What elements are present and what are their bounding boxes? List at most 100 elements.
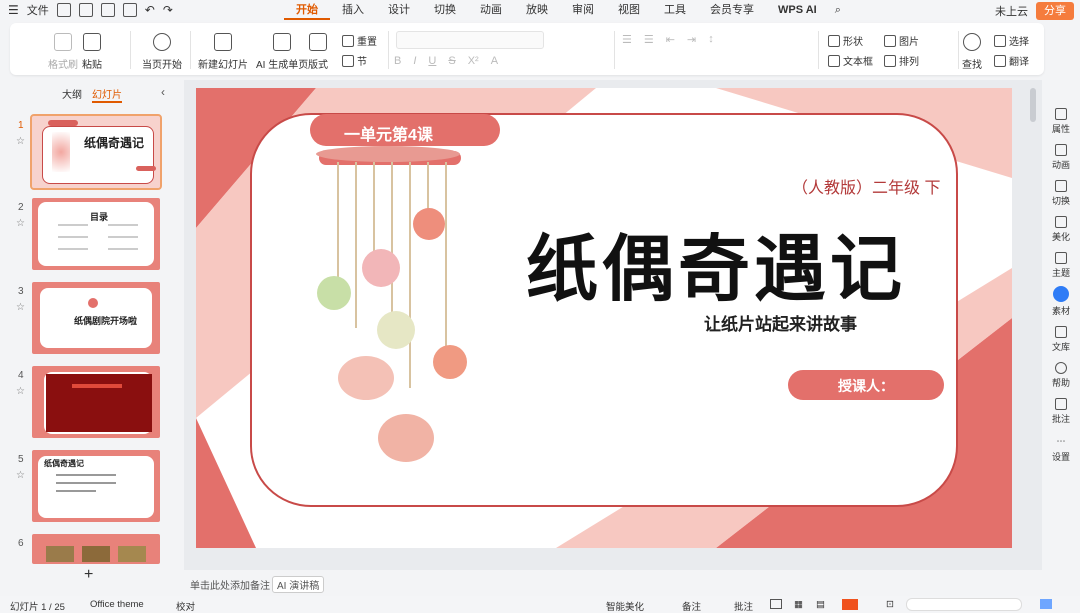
notes-placeholder[interactable]: 单击此处添加备注 (190, 577, 270, 592)
tab-tools[interactable]: 工具 (652, 0, 698, 20)
shape-button[interactable]: 形状 (828, 33, 863, 48)
reset-button[interactable]: 重置 (342, 33, 377, 48)
search-icon[interactable]: ⌕ (829, 0, 841, 20)
star-icon[interactable]: ☆ (16, 302, 25, 313)
input-method-bar[interactable] (906, 598, 1022, 611)
collapse-panel-icon[interactable]: ‹ (161, 85, 165, 99)
star-icon[interactable]: ☆ (16, 136, 25, 147)
undo-icon[interactable]: ↶ (145, 3, 155, 17)
superscript-icon[interactable]: X² (468, 55, 479, 67)
comment-panel-button[interactable]: 批注 (1046, 398, 1076, 425)
add-slide-button[interactable]: + (84, 566, 93, 584)
section-button[interactable]: 节 (342, 53, 367, 68)
tab-home[interactable]: 开始 (284, 0, 330, 20)
cloud-status[interactable]: 未上云 (995, 3, 1028, 19)
theme-panel-button[interactable]: 主题 (1046, 252, 1076, 279)
animation-panel-button[interactable]: 动画 (1046, 144, 1076, 171)
beautify-button[interactable]: 智能美化 (606, 599, 644, 613)
normal-view-icon[interactable] (770, 599, 782, 609)
section-icon (342, 54, 354, 67)
slide-thumb-5[interactable]: 5 ☆ 纸偶奇遇记 (0, 450, 180, 526)
preview-icon[interactable] (122, 3, 137, 17)
settings-panel-button[interactable]: ⋯ 设置 (1046, 436, 1076, 463)
select-icon (994, 34, 1006, 47)
tab-insert[interactable]: 插入 (330, 0, 376, 20)
slide-thumb-3[interactable]: 3 ☆ 纸偶剧院开场啦 (0, 282, 180, 358)
slide-thumb-4[interactable]: 4 ☆ (0, 366, 180, 442)
outdent-icon[interactable]: ⇥ (687, 33, 696, 46)
fit-icon[interactable]: ⊡ (886, 599, 894, 610)
picture-button[interactable]: 图片 (884, 33, 919, 48)
tab-slideshow[interactable]: 放映 (514, 0, 560, 20)
find-button[interactable]: 查找 (962, 33, 982, 71)
strikethrough-icon[interactable]: S (448, 55, 455, 67)
indent-icon[interactable]: ⇤ (666, 33, 675, 46)
textbox-button[interactable]: 文本框 (828, 53, 873, 68)
grid-view-icon[interactable]: ▦ (794, 599, 803, 610)
slide-thumb-2[interactable]: 2 ☆ 目录 (0, 198, 180, 274)
paste-button[interactable]: 粘贴 (82, 33, 102, 71)
slideshow-button[interactable] (842, 599, 858, 610)
tab-slides[interactable]: 幻灯片 (92, 86, 122, 103)
new-slide-button[interactable]: 新建幻灯片 (198, 33, 248, 71)
italic-icon[interactable]: I (413, 55, 416, 67)
start-from-current-button[interactable]: 当页开始 (142, 33, 182, 71)
print-icon[interactable] (100, 3, 115, 17)
bullet-list-icon[interactable]: ☰ (622, 33, 632, 46)
slide-thumb-1[interactable]: 1 ☆ 纸偶奇遇记 (0, 114, 180, 192)
slide-1[interactable]: 一单元第4课 （人教版）二年级 下 纸偶奇遇记 让纸片站起来讲故事 授课人： (196, 88, 1012, 548)
save-icon[interactable] (56, 3, 71, 17)
menu-icon[interactable]: ☰ (8, 3, 19, 17)
tab-view[interactable]: 视图 (606, 0, 652, 20)
ai-slide-button[interactable]: AI 生成单页 (256, 33, 308, 71)
material-panel-button[interactable]: 素材 (1046, 286, 1076, 317)
tab-review[interactable]: 审阅 (560, 0, 606, 20)
transition-panel-button[interactable]: 切换 (1046, 180, 1076, 207)
library-panel-button[interactable]: 文库 (1046, 326, 1076, 353)
translate-button[interactable]: 翻译 (994, 53, 1029, 68)
slide-canvas: 一单元第4课 （人教版）二年级 下 纸偶奇遇记 让纸片站起来讲故事 授课人： (184, 80, 1042, 570)
bold-icon[interactable]: B (394, 55, 401, 67)
beautify-panel-button[interactable]: 美化 (1046, 216, 1076, 243)
redo-icon[interactable]: ↷ (163, 3, 173, 17)
star-icon[interactable]: ☆ (16, 386, 25, 397)
tab-outline[interactable]: 大纲 (62, 86, 82, 103)
star-icon[interactable]: ☆ (16, 470, 25, 481)
notes-button[interactable]: 备注 (682, 599, 701, 613)
transition-icon (1055, 180, 1067, 192)
select-button[interactable]: 选择 (994, 33, 1029, 48)
text-format-group: B I U S X² A (394, 55, 498, 67)
wps-ai-button[interactable]: WPS AI (766, 0, 829, 20)
share-button[interactable]: 分享 (1036, 2, 1074, 20)
layout-button[interactable]: 版式 (308, 33, 328, 71)
font-select[interactable] (396, 31, 544, 49)
tab-design[interactable]: 设计 (376, 0, 422, 20)
font-color-icon[interactable]: A (491, 55, 498, 67)
proofread-button[interactable]: 校对 (176, 599, 195, 613)
file-menu[interactable]: 文件 (27, 2, 49, 18)
slide-background (196, 88, 1012, 548)
tab-animation[interactable]: 动画 (468, 0, 514, 20)
grade-text[interactable]: （人教版）二年级 下 (792, 174, 940, 198)
comments-button[interactable]: 批注 (734, 599, 753, 613)
help-panel-button[interactable]: 帮助 (1046, 362, 1076, 389)
reading-view-icon[interactable]: ▤ (816, 599, 825, 610)
zoom-icon[interactable] (1040, 599, 1052, 609)
line-spacing-icon[interactable]: ↕ (708, 33, 714, 46)
slide-title[interactable]: 纸偶奇遇记 (526, 210, 906, 315)
export-icon[interactable] (78, 3, 93, 17)
theme-name[interactable]: Office theme (90, 599, 144, 610)
canvas-scrollbar[interactable] (1030, 88, 1036, 122)
unit-label[interactable]: 一单元第4课 (344, 121, 433, 145)
format-painter-button[interactable]: 格式刷 (48, 33, 78, 71)
tab-member[interactable]: 会员专享 (698, 0, 766, 20)
tab-transition[interactable]: 切换 (422, 0, 468, 20)
underline-icon[interactable]: U (428, 55, 436, 67)
property-button[interactable]: 属性 (1046, 108, 1076, 135)
numbered-list-icon[interactable]: ☰ (644, 33, 654, 46)
arrange-button[interactable]: 排列 (884, 53, 919, 68)
star-icon[interactable]: ☆ (16, 218, 25, 229)
teacher-label[interactable]: 授课人： (838, 376, 894, 396)
slide-subtitle[interactable]: 让纸片站起来讲故事 (704, 310, 857, 335)
ai-speech-button[interactable]: AI 演讲稿 (272, 576, 325, 593)
